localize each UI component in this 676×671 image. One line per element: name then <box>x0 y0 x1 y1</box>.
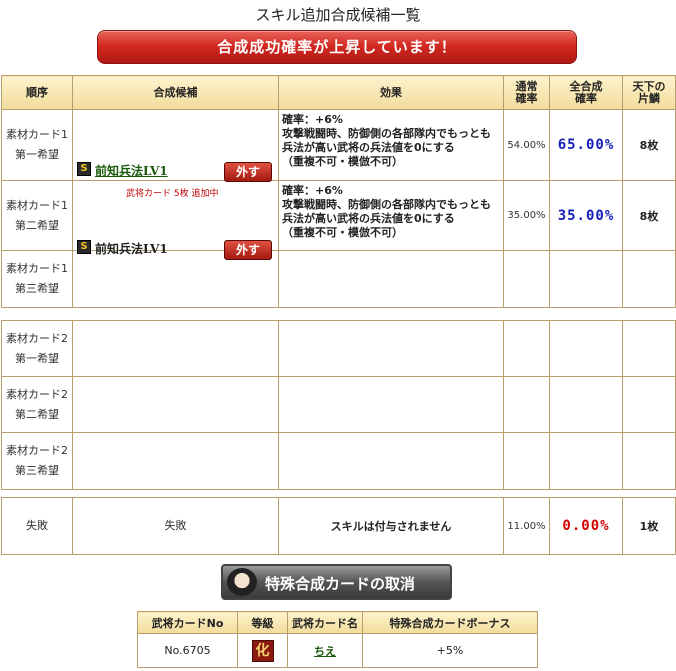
success-rate-banner: 合成成功確率が上昇しています！ <box>97 30 577 64</box>
grade-badge-icon: 化 <box>251 639 274 662</box>
fail-row: 失敗 失敗 スキルは付与されません 11.00% 0.00% 1枚 <box>1 497 676 555</box>
order-cell: 素材カード2 第二希望 <box>1 376 73 433</box>
grade-cell: 化 <box>237 633 288 668</box>
fail-table: 失敗 失敗 スキルは付与されません 11.00% 0.00% 1枚 <box>1 497 676 555</box>
table-row: 素材カード1 第二希望 S 前知兵法LV1 外す 確率：+6% 攻撃戦闘時、防御側… <box>1 180 676 260</box>
bonus-row: No.6705 化 ちえ +5% <box>137 633 538 668</box>
cancel-special-card-button[interactable]: 特殊合成カードの取消 <box>221 564 452 600</box>
order-cell: 素材カード2 第三希望 <box>1 432 73 490</box>
tenka-count <box>622 250 676 308</box>
remove-button[interactable]: 外す <box>224 239 272 260</box>
bonus-table: 武将カードNo 等級 武将カード名 特殊合成カードボーナス No.6705 化 … <box>137 611 538 668</box>
order-cell: 素材カード1 第三希望 <box>1 250 73 308</box>
header-order: 順序 <box>1 75 73 110</box>
total-rate: 35.00% <box>549 180 623 251</box>
card-name-link[interactable]: ちえ <box>314 645 336 658</box>
table-row: 素材カード2 第一希望 <box>1 320 676 377</box>
normal-rate <box>503 250 550 308</box>
order-cell: 素材カード1 第二希望 <box>1 180 73 251</box>
table-row: 素材カード1 第一希望 S 前知兵法LV1 外す 武将カード 5枚 追加中 確率：… <box>1 109 676 199</box>
fail-candidate: 失敗 <box>72 497 279 555</box>
tenka-count: 8枚 <box>622 180 676 251</box>
card-name-cell: ちえ <box>287 633 363 668</box>
candidate-table-2: 素材カード2 第一希望 素材カード2 第二希望 素材カード2 第三希望 <box>1 320 676 490</box>
total-rate <box>549 250 623 308</box>
order-cell: 素材カード1 第一希望 <box>1 109 73 181</box>
table-header-row: 順序 合成候補 効果 通常 確率 全合成 確率 天下の 片鱗 <box>1 75 676 110</box>
fail-total-rate: 0.00% <box>549 497 623 555</box>
normal-rate: 54.00% <box>503 109 550 181</box>
fail-normal-rate: 11.00% <box>503 497 550 555</box>
effect-cell: 確率：+6% 攻撃戦闘時、防御側の各部隊内でもっとも兵法が高い武将の兵法値を0に… <box>278 180 504 251</box>
remove-button[interactable]: 外す <box>224 162 272 182</box>
bonus-header-row: 武将カードNo 等級 武将カード名 特殊合成カードボーナス <box>137 611 538 634</box>
total-rate: 65.00% <box>549 109 623 181</box>
rank-s-icon: S <box>77 239 91 254</box>
header-card-no: 武将カードNo <box>137 611 238 634</box>
table-row: 素材カード2 第三希望 <box>1 432 676 490</box>
page-title: スキル追加合成候補一覧 <box>255 6 421 24</box>
header-grade: 等級 <box>237 611 288 634</box>
tenka-count: 8枚 <box>622 109 676 181</box>
header-tenka: 天下の 片鱗 <box>622 75 676 110</box>
candidate-cell: S 前知兵法LV1 外す 武将カード 5枚 追加中 <box>72 109 279 199</box>
header-effect: 効果 <box>278 75 504 110</box>
fail-count: 1枚 <box>622 497 676 555</box>
header-card-name: 武将カード名 <box>287 611 363 634</box>
added-cards-note: 武将カード 5枚 追加中 <box>126 189 219 199</box>
candidate-table: 順序 合成候補 効果 通常 確率 全合成 確率 天下の 片鱗 素材カード1 第一希望 S… <box>1 75 676 308</box>
table-row: 素材カード1 第三希望 <box>1 250 676 308</box>
rank-s-icon: S <box>77 162 91 176</box>
bonus-value: +5% <box>362 633 538 668</box>
card-no: No.6705 <box>137 633 238 668</box>
header-candidate: 合成候補 <box>72 75 279 110</box>
skill-name: 前知兵法LV1 <box>95 241 168 256</box>
fail-effect: スキルは付与されません <box>278 497 504 555</box>
order-cell: 素材カード2 第一希望 <box>1 320 73 377</box>
effect-cell: 確率：+6% 攻撃戦闘時、防御側の各部隊内でもっとも兵法が高い武将の兵法値を0に… <box>278 109 504 181</box>
normal-rate: 35.00% <box>503 180 550 251</box>
header-normal-rate: 通常 確率 <box>503 75 550 110</box>
effect-cell <box>278 250 504 308</box>
table-row: 素材カード2 第二希望 <box>1 376 676 433</box>
header-bonus: 特殊合成カードボーナス <box>362 611 538 634</box>
header-total-rate: 全合成 確率 <box>549 75 623 110</box>
fail-order: 失敗 <box>1 497 73 555</box>
portrait-icon <box>227 568 257 596</box>
skill-link[interactable]: 前知兵法LV1 <box>95 162 168 179</box>
